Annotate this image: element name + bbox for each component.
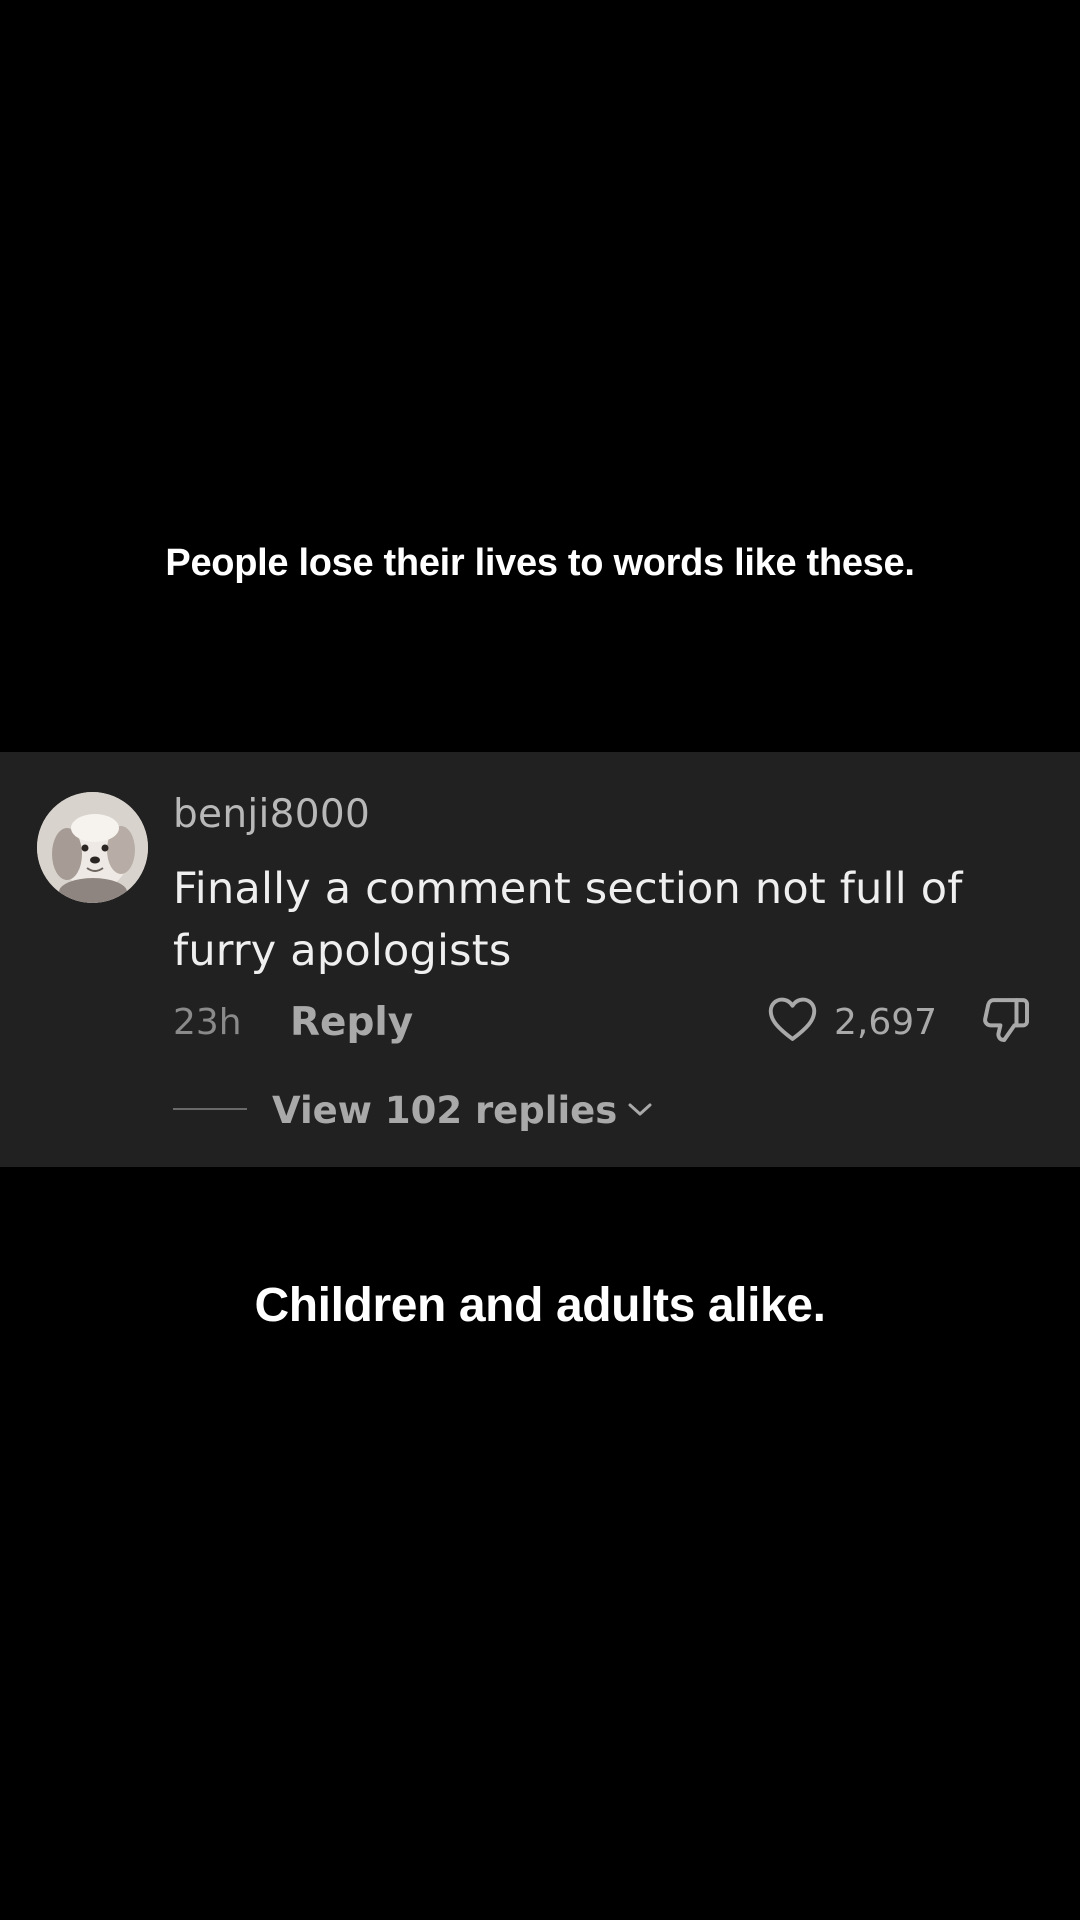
comment-timestamp: 23h — [173, 1002, 242, 1043]
top-caption: People lose their lives to words like th… — [165, 542, 915, 584]
comment-actions: 23h Reply 2,697 — [0, 992, 1080, 1052]
bottom-caption: Children and adults alike. — [254, 1279, 826, 1332]
comment-username[interactable]: benji8000 — [173, 792, 370, 837]
view-replies-button[interactable]: View 102 replies — [272, 1088, 655, 1132]
like-count: 2,697 — [834, 1002, 938, 1043]
replies-divider — [173, 1108, 247, 1110]
heart-outline-icon — [768, 997, 817, 1041]
dog-avatar-icon — [37, 792, 148, 903]
dislike-button[interactable] — [978, 992, 1034, 1048]
thumbs-down-icon — [983, 998, 1029, 1043]
view-replies-label: View 102 replies — [272, 1088, 618, 1132]
user-avatar[interactable] — [37, 792, 148, 903]
reply-button[interactable]: Reply — [290, 1000, 413, 1045]
chevron-down-icon — [628, 1103, 652, 1116]
view-replies-row: View 102 replies — [0, 1080, 1080, 1136]
comment-card: benji8000 Finally a comment section not … — [0, 752, 1080, 1167]
like-button[interactable] — [765, 992, 820, 1047]
comment-body: Finally a comment section not full of fu… — [173, 864, 963, 976]
